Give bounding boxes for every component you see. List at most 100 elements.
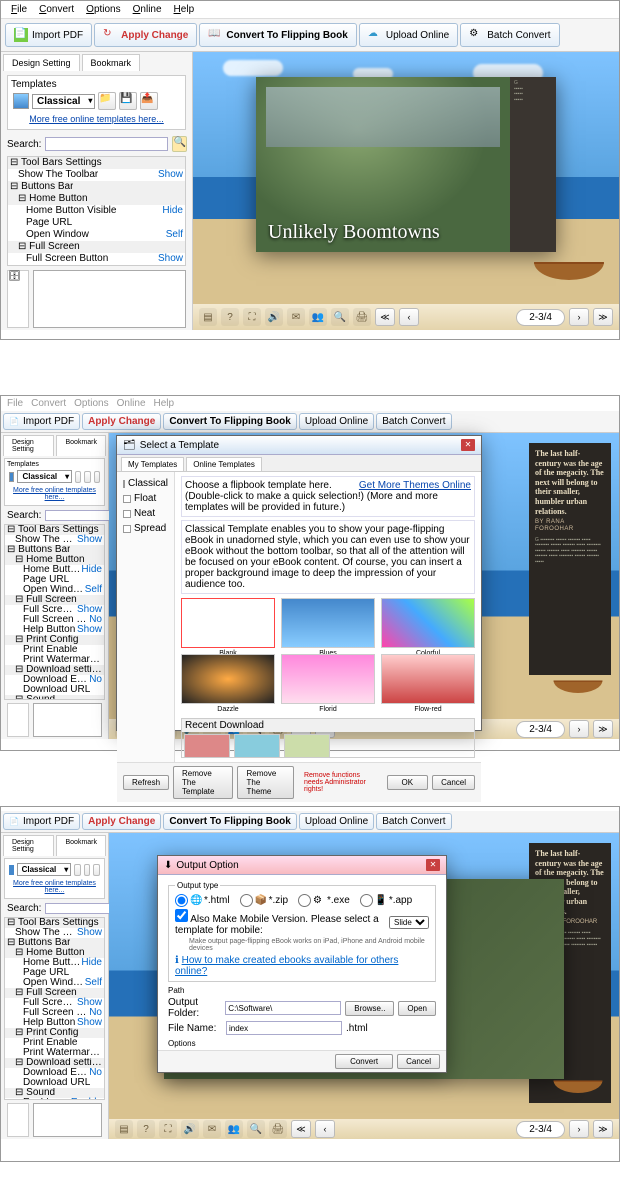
filename-input[interactable] (226, 1021, 342, 1035)
batch-convert-button[interactable]: Batch Convert (376, 413, 451, 430)
template-card-blues[interactable]: Blues (281, 598, 375, 648)
type-spread[interactable]: Spread (119, 521, 172, 536)
menu-file[interactable]: File (11, 4, 27, 15)
output-folder-input[interactable] (225, 1001, 341, 1015)
apply-change-button[interactable]: Apply Change (82, 413, 161, 430)
template-folder-icon[interactable]: 📁 (98, 92, 116, 110)
search-icon[interactable]: 🔍 (172, 136, 186, 152)
boat-decoration (554, 665, 603, 693)
template-card-blank[interactable]: Blank (181, 598, 275, 648)
menu-convert[interactable]: Convert (39, 4, 74, 15)
refresh-button[interactable]: Refresh (123, 775, 169, 790)
print-icon[interactable]: 🖨 (353, 308, 371, 326)
settings-tree[interactable]: ⊟ Tool Bars SettingsShow The ToolbarShow… (7, 156, 186, 266)
tab-bookmark[interactable]: Bookmark (56, 435, 106, 456)
menu-help[interactable]: Help (174, 4, 195, 15)
tab-design-setting[interactable]: Design Setting (3, 54, 80, 71)
output-type-group: Output type 🌐*.html 📦*.zip ⚙*.exe 📱*.app… (168, 881, 436, 982)
menu-online[interactable]: Online (133, 4, 162, 15)
template-card-colorful[interactable]: Colorful (381, 598, 475, 648)
ok-button[interactable]: OK (387, 775, 429, 790)
search-input[interactable] (45, 137, 168, 151)
convert-button[interactable]: Convert (335, 1054, 393, 1069)
more-templates-link[interactable]: More free online templates here... (11, 112, 182, 126)
browse-button[interactable]: Browse.. (345, 1001, 394, 1016)
share-icon[interactable]: ✉ (287, 308, 305, 326)
radio-exe[interactable]: ⚙*.exe (298, 894, 350, 907)
flipbook[interactable]: Unlikely Boomtowns G▪▪▪▪▪▪▪▪▪▪▪▪▪▪▪ (256, 77, 556, 252)
property-editor[interactable] (33, 270, 186, 328)
upload-online-button[interactable]: Upload Online (299, 413, 374, 430)
more-templates-link[interactable]: More free online templates here... (7, 878, 102, 896)
open-button[interactable]: Open (398, 1001, 436, 1016)
more-themes-link[interactable]: Get More Themes Online (359, 480, 471, 491)
template-dropdown[interactable]: Classical (17, 470, 72, 483)
import-pdf-button[interactable]: 📄Import PDF (3, 413, 80, 430)
template-card-flowred[interactable]: Flow-red (381, 654, 475, 704)
property-icon: 🗄 (7, 270, 29, 328)
close-icon[interactable]: ✕ (461, 439, 475, 451)
import-pdf-button[interactable]: 📄Import PDF (5, 23, 92, 47)
contents-icon[interactable]: ▤ (199, 308, 217, 326)
template-card-dazzle[interactable]: Dazzle (181, 654, 275, 704)
radio-zip[interactable]: 📦*.zip (240, 894, 288, 907)
tab-my-templates[interactable]: My Templates (121, 457, 184, 471)
template-card-florid[interactable]: Florid (281, 654, 375, 704)
page-indicator[interactable]: 2-3/4 (516, 309, 565, 326)
import-pdf-button[interactable]: 📄Import PDF (3, 813, 80, 830)
template-type-list[interactable]: Classical Float Neat Spread (117, 472, 175, 762)
convert-flipbook-button[interactable]: Convert To Flipping Book (163, 813, 296, 830)
options-label: Options (168, 1039, 436, 1048)
also-mobile-check[interactable]: Also Make Mobile Version. Please select … (175, 909, 385, 936)
batch-convert-button[interactable]: ⚙Batch Convert (460, 23, 559, 47)
sound-icon[interactable]: 🔊 (265, 308, 283, 326)
remove-theme-button[interactable]: Remove The Theme (237, 766, 293, 799)
page-indicator[interactable]: 2-3/4 (516, 721, 565, 738)
prev-page-button[interactable]: ‹ (399, 308, 419, 326)
close-icon[interactable]: ✕ (426, 859, 440, 871)
settings-tree[interactable]: ⊟ Tool Bars SettingsShow The ToolbarShow… (4, 917, 105, 1100)
fullscreen-icon[interactable]: ⛶ (243, 308, 261, 326)
cancel-button[interactable]: Cancel (397, 1054, 440, 1069)
template-save-icon[interactable]: 💾 (119, 92, 137, 110)
book-control-bar: ▤ ? ⛶ 🔊 ✉ 👥 🔍 🖨 ≪ ‹ 2-3/4 › ≫ (193, 304, 619, 330)
next-page-button[interactable]: › (569, 308, 589, 326)
first-page-button[interactable]: ≪ (375, 308, 395, 326)
batch-convert-button[interactable]: Batch Convert (376, 813, 451, 830)
menu-bar: File Convert Options Online Help (1, 1, 619, 19)
remove-template-button[interactable]: Remove The Template (173, 766, 233, 799)
how-link[interactable]: How to make created ebooks available for… (175, 955, 398, 977)
convert-flipbook-button[interactable]: Convert To Flipping Book (163, 413, 296, 430)
zoom-icon[interactable]: 🔍 (331, 308, 349, 326)
template-export-icon[interactable]: 📤 (140, 92, 158, 110)
recent-download: Recent Download (181, 718, 475, 758)
page-indicator[interactable]: 2-3/4 (516, 1121, 565, 1138)
dialog-icon: ⬇ (164, 860, 172, 871)
apply-change-button[interactable]: Apply Change (82, 813, 161, 830)
type-classical[interactable]: Classical (119, 476, 172, 491)
upload-online-button[interactable]: ☁Upload Online (359, 23, 458, 47)
template-dropdown[interactable]: Classical (17, 863, 72, 876)
convert-flipbook-button[interactable]: 📖Convert To Flipping Book (199, 23, 356, 47)
type-neat[interactable]: Neat (119, 506, 172, 521)
apply-change-button[interactable]: ↻Apply Change (94, 23, 197, 47)
cancel-button[interactable]: Cancel (432, 775, 475, 790)
template-description: Classical Template enables you to show y… (181, 520, 475, 594)
tab-bookmark[interactable]: Bookmark (82, 54, 141, 71)
radio-html[interactable]: 🌐*.html (175, 894, 230, 907)
settings-tree[interactable]: ⊟ Tool Bars SettingsShow The ToolbarShow… (4, 524, 105, 700)
last-page-button[interactable]: ≫ (593, 308, 613, 326)
tab-design-setting[interactable]: Design Setting (3, 435, 54, 456)
upload-online-button[interactable]: Upload Online (299, 813, 374, 830)
mobile-template-select[interactable]: Slide (389, 916, 429, 929)
radio-app[interactable]: 📱*.app (360, 894, 412, 907)
template-dropdown[interactable]: Classical (32, 94, 95, 109)
more-templates-link[interactable]: More free online templates here... (7, 485, 102, 503)
tab-online-templates[interactable]: Online Templates (186, 457, 262, 471)
menu-options[interactable]: Options (86, 4, 120, 15)
settings-panel: Design SettingBookmark Classical More fr… (1, 833, 109, 1139)
template-grid: Blank Blues Colorful Dazzle Florid Flow-… (181, 598, 475, 704)
help-icon[interactable]: ? (221, 308, 239, 326)
social-icon[interactable]: 👥 (309, 308, 327, 326)
type-float[interactable]: Float (119, 491, 172, 506)
